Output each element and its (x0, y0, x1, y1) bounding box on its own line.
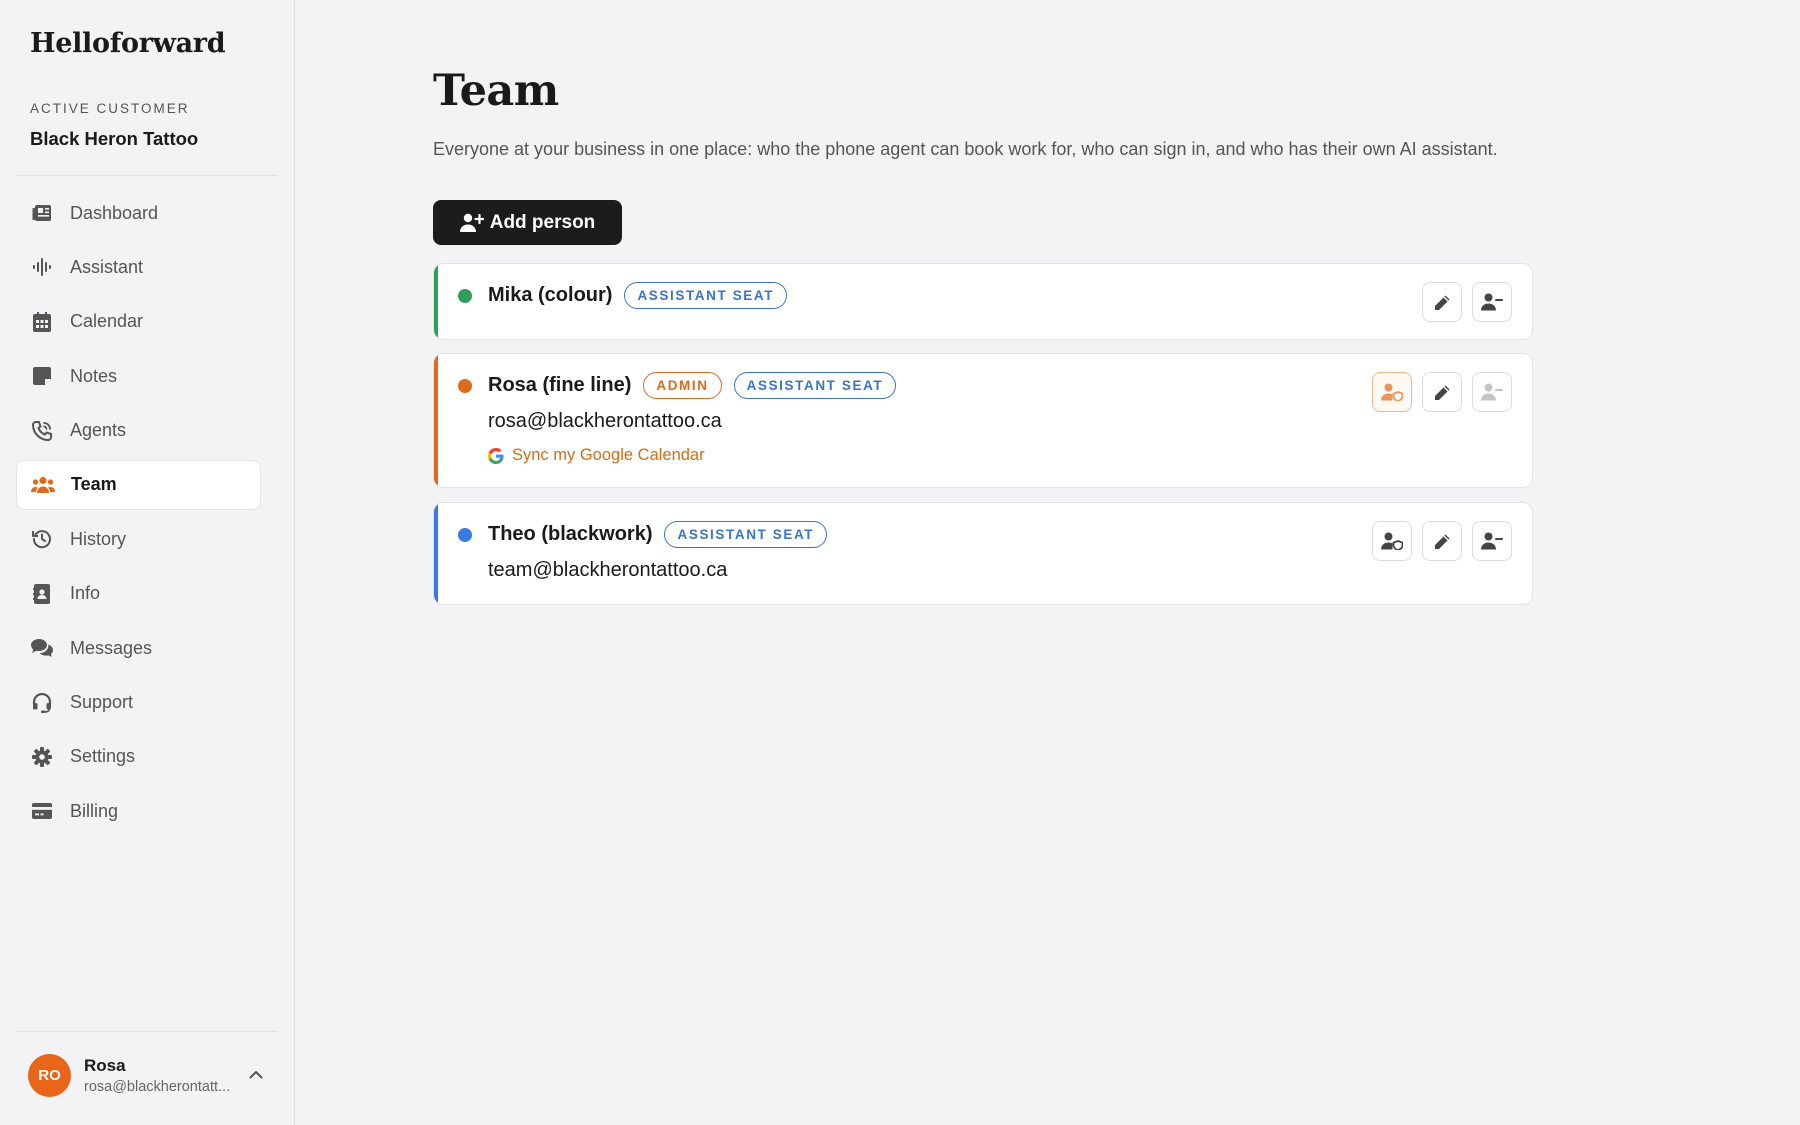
sidebar-item-label: Agents (70, 420, 127, 441)
sidebar-item-label: Notes (70, 365, 118, 386)
sidebar-divider (16, 175, 278, 176)
users-icon (31, 473, 55, 497)
member-email: team@blackherontattoo.ca (488, 559, 728, 581)
note-icon (30, 364, 54, 388)
edit-member-button[interactable] (1422, 372, 1462, 412)
assistant-seat-badge: ASSISTANT SEAT (733, 372, 897, 399)
remove-member-button[interactable] (1472, 282, 1512, 322)
sidebar-item-history[interactable]: History (16, 514, 261, 564)
sidebar-item-assistant[interactable]: Assistant (16, 242, 261, 292)
edit-member-button[interactable] (1422, 282, 1462, 322)
user-plus-icon (459, 213, 484, 233)
chat-icon (30, 636, 54, 660)
contact-card-icon (30, 582, 54, 606)
user-minus-icon (1481, 383, 1503, 401)
assistant-seat-badge: ASSISTANT SEAT (624, 282, 788, 309)
dashboard-icon (30, 201, 54, 225)
user-shield-icon (1381, 532, 1403, 550)
add-person-label: Add person (489, 211, 596, 233)
user-shield-icon (1381, 383, 1403, 401)
sidebar-item-label: Assistant (70, 256, 144, 277)
user-info: Rosa rosa@blackherontatt... (84, 1056, 239, 1095)
edit-member-button[interactable] (1422, 521, 1462, 561)
sidebar-item-billing[interactable]: Billing (16, 786, 261, 836)
page-description: Everyone at your business in one place: … (433, 139, 1498, 159)
add-person-button[interactable]: Add person (433, 200, 622, 245)
member-actions (1422, 282, 1512, 322)
user-email: rosa@blackherontatt... (84, 1078, 231, 1095)
headset-icon (30, 691, 54, 715)
sidebar-item-settings[interactable]: Settings (16, 732, 261, 782)
sidebar: Helloforward ACTIVE CUSTOMER Black Heron… (0, 0, 295, 1125)
sidebar-item-label: Info (70, 583, 101, 604)
sidebar-item-label: History (70, 528, 127, 549)
team-member-card: Rosa (fine line) ADMIN ASSISTANT SEAT ro… (433, 353, 1533, 488)
sidebar-item-dashboard[interactable]: Dashboard (16, 188, 261, 238)
sidebar-item-calendar[interactable]: Calendar (16, 297, 261, 347)
calendar-icon (30, 310, 54, 334)
admin-access-button[interactable] (1372, 372, 1412, 412)
brand-logo[interactable]: Helloforward (30, 28, 226, 59)
member-email: rosa@blackherontattoo.ca (488, 410, 722, 432)
sidebar-item-label: Calendar (70, 311, 144, 332)
user-minus-icon (1481, 293, 1503, 311)
sidebar-item-info[interactable]: Info (16, 569, 261, 619)
member-header: Rosa (fine line) ADMIN ASSISTANT SEAT (458, 372, 908, 399)
user-minus-icon (1481, 532, 1503, 550)
admin-badge: ADMIN (643, 372, 722, 399)
member-name: Rosa (fine line) (488, 374, 632, 396)
sidebar-item-support[interactable]: Support (16, 678, 261, 728)
waveform-icon (30, 255, 54, 279)
team-member-card: Theo (blackwork) ASSISTANT SEAT team@bla… (433, 502, 1533, 605)
gear-icon (30, 745, 54, 769)
main-content: Team Everyone at your business in one pl… (295, 0, 1800, 1125)
sidebar-item-notes[interactable]: Notes (16, 351, 261, 401)
sidebar-item-team[interactable]: Team (16, 459, 261, 510)
remove-member-button[interactable] (1472, 372, 1512, 412)
sync-google-calendar-link[interactable]: Sync my Google Calendar (488, 446, 705, 465)
history-icon (30, 527, 54, 551)
member-color-dot (458, 378, 472, 393)
member-actions (1372, 521, 1512, 561)
google-icon (488, 447, 504, 464)
member-header: Mika (colour) ASSISTANT SEAT (458, 282, 799, 309)
member-header: Theo (blackwork) ASSISTANT SEAT (458, 521, 839, 548)
phone-icon (30, 419, 54, 443)
sync-link-label: Sync my Google Calendar (512, 446, 705, 464)
pencil-icon (1434, 294, 1451, 311)
active-customer-name: Black Heron Tattoo (30, 128, 199, 149)
team-member-card: Mika (colour) ASSISTANT SEAT (433, 263, 1533, 340)
sidebar-nav: Dashboard Assistant Calendar Notes Agent… (16, 188, 261, 841)
sidebar-item-label: Dashboard (70, 202, 159, 223)
user-menu[interactable]: RO Rosa rosa@blackherontatt... (16, 1040, 271, 1110)
member-color-dot (458, 527, 472, 542)
member-name: Mika (colour) (488, 284, 613, 306)
sidebar-item-agents[interactable]: Agents (16, 406, 261, 456)
member-color-dot (458, 288, 472, 303)
avatar: RO (28, 1053, 71, 1097)
chevron-up-icon[interactable] (249, 1066, 263, 1084)
sidebar-item-messages[interactable]: Messages (16, 623, 261, 673)
sidebar-item-label: Support (70, 692, 134, 713)
active-customer-label: ACTIVE CUSTOMER (30, 101, 190, 116)
sidebar-item-label: Billing (70, 800, 119, 821)
member-color-bar (434, 264, 438, 339)
user-name: Rosa (84, 1055, 126, 1075)
pencil-icon (1434, 384, 1451, 401)
member-color-bar (434, 503, 438, 604)
sidebar-item-label: Team (71, 474, 117, 495)
member-color-bar (434, 354, 438, 487)
credit-card-icon (30, 799, 54, 823)
member-actions (1372, 372, 1512, 412)
sidebar-item-label: Settings (70, 746, 136, 767)
remove-member-button[interactable] (1472, 521, 1512, 561)
page-title: Team (433, 66, 559, 116)
pencil-icon (1434, 533, 1451, 550)
admin-access-button[interactable] (1372, 521, 1412, 561)
sidebar-divider (16, 1031, 278, 1032)
assistant-seat-badge: ASSISTANT SEAT (664, 521, 828, 548)
sidebar-item-label: Messages (70, 637, 153, 658)
member-name: Theo (blackwork) (488, 523, 653, 545)
